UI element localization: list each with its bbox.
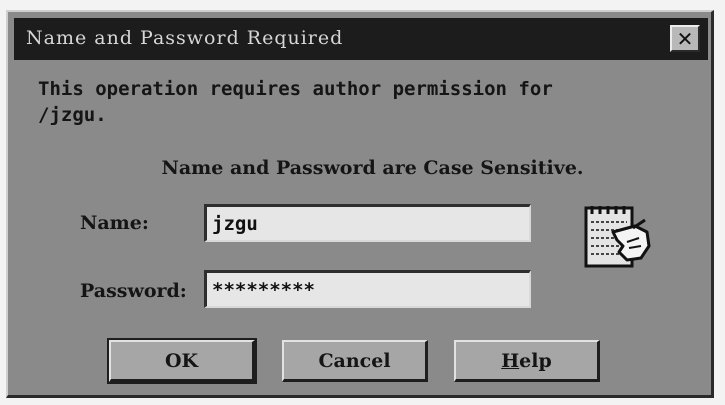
name-label: Name: (80, 212, 149, 234)
message-line-2: /jzgu. (38, 104, 107, 126)
close-button[interactable]: ✕ (670, 25, 700, 52)
ok-button[interactable]: OK (107, 338, 257, 384)
message-line-1: This operation requires author permissio… (38, 78, 553, 100)
window-title: Name and Password Required (26, 27, 344, 49)
title-bar[interactable]: Name and Password Required ✕ (14, 18, 708, 60)
password-label: Password: (80, 280, 187, 302)
close-icon: ✕ (676, 26, 694, 51)
login-dialog: Name and Password Required ✕ This operat… (6, 10, 714, 398)
help-button[interactable]: Help (454, 340, 600, 382)
cancel-button[interactable]: Cancel (282, 340, 428, 382)
name-input[interactable] (204, 204, 531, 242)
permission-message: This operation requires author permissio… (38, 76, 678, 128)
case-sensitive-note: Name and Password are Case Sensitive. (161, 157, 584, 179)
cancel-button-label: Cancel (318, 349, 391, 372)
notepad-hand-icon (584, 206, 651, 268)
help-button-label: elp (519, 349, 552, 372)
ok-button-label: OK (164, 349, 199, 372)
password-input[interactable] (204, 270, 531, 308)
help-mnemonic: H (501, 349, 520, 372)
